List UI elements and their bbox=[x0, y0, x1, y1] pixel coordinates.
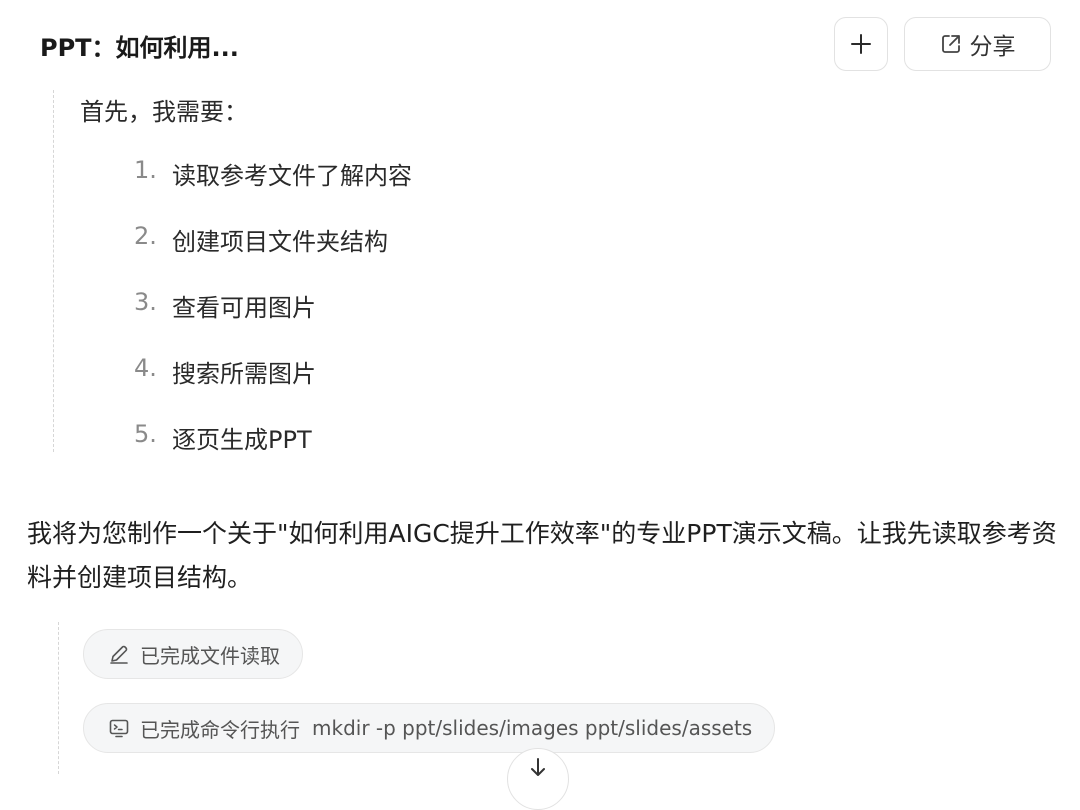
step-text: 逐页生成PPT bbox=[172, 426, 312, 454]
new-chat-button[interactable] bbox=[834, 17, 888, 71]
step-item: 2. 创建项目文件夹结构 bbox=[134, 222, 412, 288]
conversation-title: PPT：如何利用... bbox=[40, 34, 239, 62]
step-item: 4. 搜索所需图片 bbox=[134, 354, 412, 420]
tool-chip-file-read[interactable]: 已完成文件读取 bbox=[83, 629, 303, 679]
step-item: 1. 读取参考文件了解内容 bbox=[134, 156, 412, 222]
tool-chip-label: 已完成文件读取 bbox=[140, 643, 280, 668]
share-button-label: 分享 bbox=[969, 34, 1016, 60]
scroll-to-bottom-button[interactable] bbox=[507, 748, 569, 810]
step-text: 搜索所需图片 bbox=[172, 360, 316, 388]
thinking-block: 首先，我需要： 1. 读取参考文件了解内容 2. 创建项目文件夹结构 3. 查看… bbox=[53, 90, 854, 454]
step-text: 读取参考文件了解内容 bbox=[172, 162, 412, 190]
step-list: 1. 读取参考文件了解内容 2. 创建项目文件夹结构 3. 查看可用图片 4. … bbox=[134, 156, 412, 486]
arrow-down-icon bbox=[531, 758, 545, 776]
step-number: 5. bbox=[134, 420, 157, 448]
conversation-header: PPT：如何利用... 分享 bbox=[0, 0, 1080, 90]
plus-icon bbox=[851, 34, 871, 54]
thinking-intro: 首先，我需要： bbox=[80, 98, 248, 126]
step-item: 3. 查看可用图片 bbox=[134, 288, 412, 354]
tool-chip-label: 已完成命令行执行 bbox=[140, 717, 300, 742]
step-item: 5. 逐页生成PPT bbox=[134, 420, 412, 486]
tool-chip-command-text: mkdir -p ppt/slides/images ppt/slides/as… bbox=[312, 716, 753, 740]
assistant-message: 我将为您制作一个关于"如何利用AIGC提升工作效率"的专业PPT演示文稿。让我先… bbox=[27, 519, 1057, 592]
step-number: 3. bbox=[134, 288, 157, 316]
share-icon bbox=[941, 35, 960, 53]
step-text: 创建项目文件夹结构 bbox=[172, 228, 388, 256]
step-number: 1. bbox=[134, 156, 157, 184]
step-text: 查看可用图片 bbox=[172, 294, 316, 322]
tool-chip-command[interactable]: 已完成命令行执行 mkdir -p ppt/slides/images ppt/… bbox=[83, 703, 776, 753]
share-button[interactable]: 分享 bbox=[904, 17, 1051, 71]
terminal-icon bbox=[109, 719, 129, 738]
step-number: 2. bbox=[134, 222, 157, 250]
pencil-icon bbox=[110, 645, 128, 664]
tool-activity-block: 已完成文件读取 已完成命令行执行 mkdir -p ppt/slides/ima… bbox=[58, 622, 959, 774]
step-number: 4. bbox=[134, 354, 157, 382]
